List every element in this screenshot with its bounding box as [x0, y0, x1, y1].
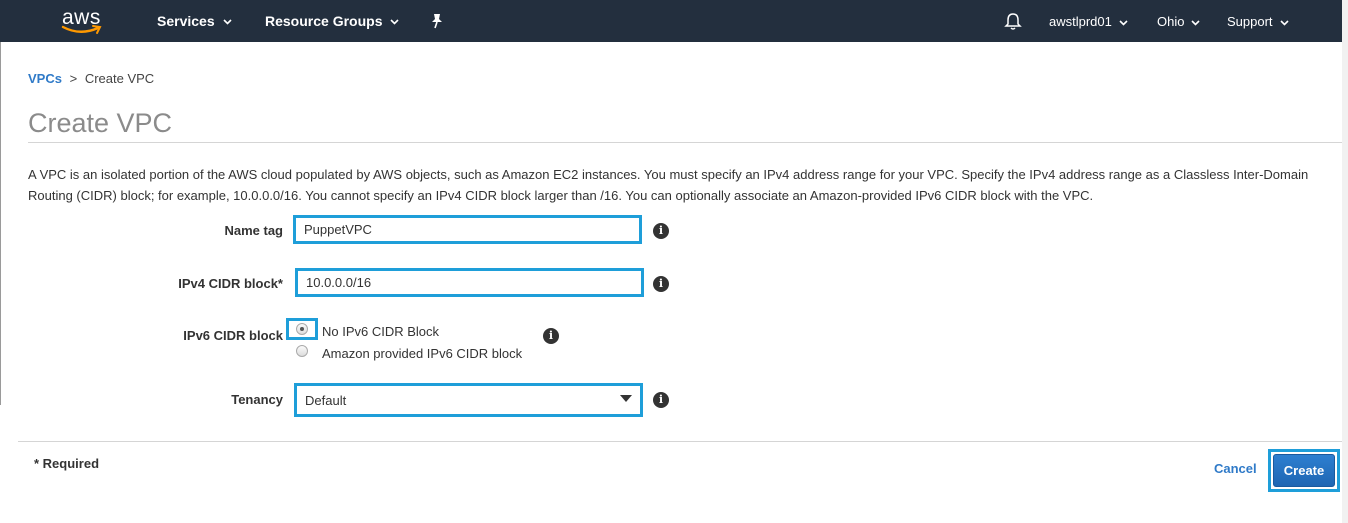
- breadcrumb-vpcs-link[interactable]: VPCs: [28, 71, 62, 86]
- breadcrumb-separator: >: [69, 71, 78, 86]
- ipv6-cidr-info-icon[interactable]: i: [543, 328, 559, 344]
- amazon-ipv6-radio[interactable]: [296, 345, 308, 357]
- pin-icon[interactable]: [430, 13, 444, 29]
- chevron-down-icon: [1279, 19, 1289, 26]
- services-menu[interactable]: Services: [157, 0, 232, 42]
- account-menu[interactable]: awstlprd01: [1049, 0, 1128, 42]
- tenancy-select[interactable]: Default: [294, 383, 643, 417]
- account-label: awstlprd01: [1049, 14, 1112, 29]
- breadcrumb: VPCs > Create VPC: [28, 71, 154, 86]
- amazon-ipv6-label[interactable]: Amazon provided IPv6 CIDR block: [322, 346, 522, 361]
- chevron-down-icon: [1119, 19, 1128, 26]
- top-navigation-bar: aws Services Resource Groups awstlprd01 …: [0, 0, 1342, 42]
- chevron-down-icon: [390, 19, 400, 25]
- bell-icon[interactable]: [1004, 12, 1022, 31]
- left-panel-edge: [0, 42, 1, 405]
- no-ipv6-radio[interactable]: [296, 323, 308, 335]
- region-menu[interactable]: Ohio: [1157, 0, 1201, 42]
- ipv4-cidr-value: 10.0.0.0/16: [306, 275, 372, 290]
- tenancy-label: Tenancy: [231, 392, 283, 407]
- region-label: Ohio: [1157, 14, 1185, 29]
- ipv4-cidr-info-icon[interactable]: i: [653, 276, 669, 292]
- page-description: A VPC is an isolated portion of the AWS …: [28, 167, 1309, 203]
- aws-smile-icon: [61, 25, 102, 34]
- tenancy-info-icon[interactable]: i: [653, 392, 669, 408]
- name-tag-input[interactable]: PuppetVPC: [293, 215, 642, 244]
- title-divider: [28, 142, 1342, 143]
- breadcrumb-current: Create VPC: [84, 71, 155, 86]
- ipv4-cidr-label: IPv4 CIDR block*: [178, 276, 283, 291]
- name-tag-label: Name tag: [224, 223, 283, 238]
- page-title: Create VPC: [28, 108, 173, 138]
- page-scrollbar[interactable]: [1342, 0, 1348, 523]
- resource-groups-menu[interactable]: Resource Groups: [265, 0, 400, 42]
- ipv4-cidr-input[interactable]: 10.0.0.0/16: [295, 268, 644, 297]
- resource-groups-label: Resource Groups: [265, 13, 383, 29]
- name-tag-info-icon[interactable]: i: [653, 223, 669, 239]
- name-tag-value: PuppetVPC: [304, 222, 372, 237]
- dropdown-arrow-icon: [620, 395, 632, 402]
- create-button[interactable]: Create: [1273, 454, 1335, 487]
- ipv6-cidr-label: IPv6 CIDR block: [183, 328, 283, 343]
- support-label: Support: [1227, 14, 1273, 29]
- no-ipv6-label[interactable]: No IPv6 CIDR Block: [322, 324, 439, 339]
- footer-divider: [18, 441, 1342, 442]
- services-label: Services: [157, 13, 215, 29]
- create-button-highlight: Create: [1268, 449, 1340, 492]
- chevron-down-icon: [1191, 19, 1201, 26]
- tenancy-value: Default: [305, 392, 347, 408]
- aws-logo[interactable]: aws: [60, 6, 106, 36]
- support-menu[interactable]: Support: [1227, 0, 1289, 42]
- chevron-down-icon: [223, 19, 232, 25]
- cancel-button[interactable]: Cancel: [1214, 461, 1257, 476]
- required-note: * Required: [34, 456, 100, 471]
